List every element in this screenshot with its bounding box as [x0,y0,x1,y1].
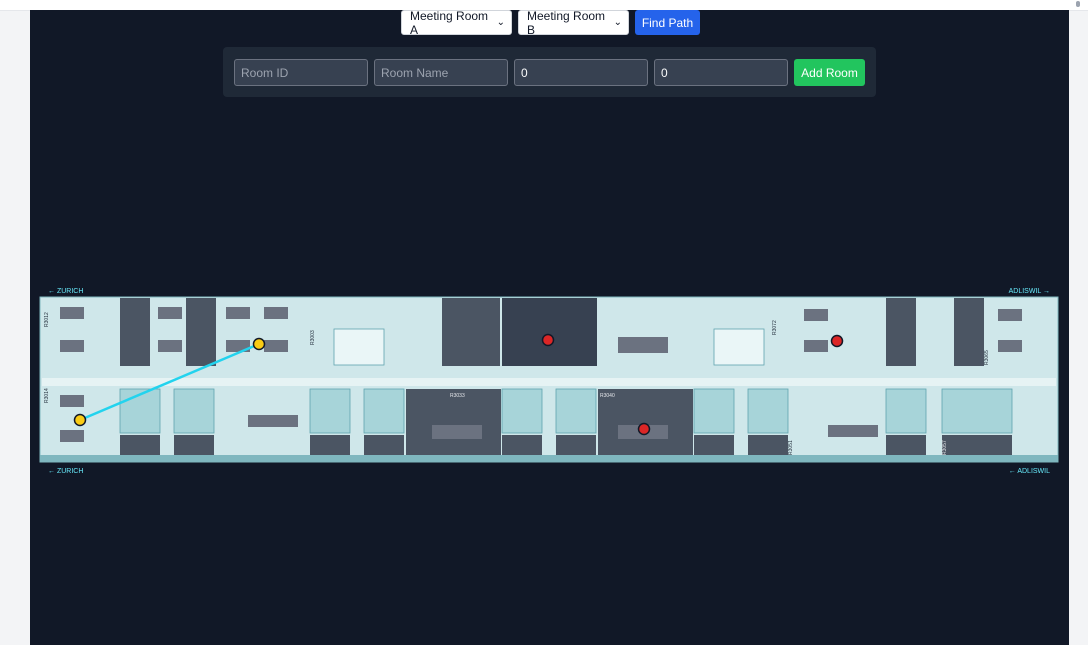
room-dark [174,435,214,455]
room-light [363,388,405,434]
direction-label-top-right: ADLISWIL → [1009,288,1050,295]
room-dark [442,298,500,366]
room-dark [310,435,350,455]
app-container: Meeting Room A ⌄ Meeting Room B ⌄ Find P… [30,8,1069,645]
scrollbar-thumb[interactable] [1076,1,1080,7]
room-name-input[interactable] [374,59,508,86]
room-light [555,388,597,434]
room-dark [502,298,597,366]
floor-plan-svg: ← ZURICH ADLISWIL → ← ZURICH ← ADLISWIL [39,288,1059,475]
to-room-value: Meeting Room B [527,8,606,37]
route-toolbar: Meeting Room A ⌄ Meeting Room B ⌄ Find P… [401,8,700,37]
room-label: R3040 [600,393,615,399]
room-dark [120,435,160,455]
room-label: R3033 [450,393,465,399]
find-path-button[interactable]: Find Path [635,10,700,35]
route-start-marker[interactable] [73,413,87,427]
room-dark [120,298,150,366]
room-dark [748,435,788,455]
room-marker[interactable] [637,422,651,436]
room-label: R3003 [310,330,316,345]
x-coordinate-input[interactable] [514,59,648,86]
room-marker[interactable] [830,334,844,348]
chevron-down-icon: ⌄ [613,17,622,28]
from-room-value: Meeting Room A [410,8,489,37]
chevron-down-icon: ⌄ [496,17,505,28]
room-light [173,388,215,434]
room-id-input[interactable] [234,59,368,86]
add-room-form: Add Room [223,47,876,97]
room-light [885,388,927,434]
room-dark [502,435,542,455]
room-light [941,388,1013,434]
room-light [333,328,385,366]
room-label: R3012 [44,312,50,327]
room-light [747,388,789,434]
floor-plan-map[interactable]: ← ZURICH ADLISWIL → ← ZURICH ← ADLISWIL [38,285,1063,477]
room-light [309,388,351,434]
room-label: R3072 [772,320,778,335]
direction-label-top-left: ← ZURICH [48,288,83,295]
from-room-select[interactable]: Meeting Room A ⌄ [401,8,512,37]
direction-label-bottom-left: ← ZURICH [48,468,83,475]
room-label: R3057 [942,440,948,455]
to-room-select[interactable]: Meeting Room B ⌄ [518,8,629,37]
room-dark [186,298,216,366]
route-end-marker[interactable] [252,337,266,351]
room-dark [694,435,734,455]
direction-label-bottom-right: ← ADLISWIL [1009,468,1050,475]
room-dark [942,435,1012,455]
room-marker[interactable] [541,333,555,347]
room-dark [954,298,984,366]
room-dark [886,298,916,366]
central-corridor [42,378,1056,386]
room-dark [886,435,926,455]
room-light [713,328,765,366]
room-label: R3065 [984,350,990,365]
room-label: R3014 [44,388,50,403]
room-light [693,388,735,434]
room-label: R3051 [788,440,794,455]
add-room-button[interactable]: Add Room [794,59,865,86]
room-light [501,388,543,434]
building-base [40,455,1058,462]
y-coordinate-input[interactable] [654,59,788,86]
room-dark [556,435,596,455]
room-dark [364,435,404,455]
